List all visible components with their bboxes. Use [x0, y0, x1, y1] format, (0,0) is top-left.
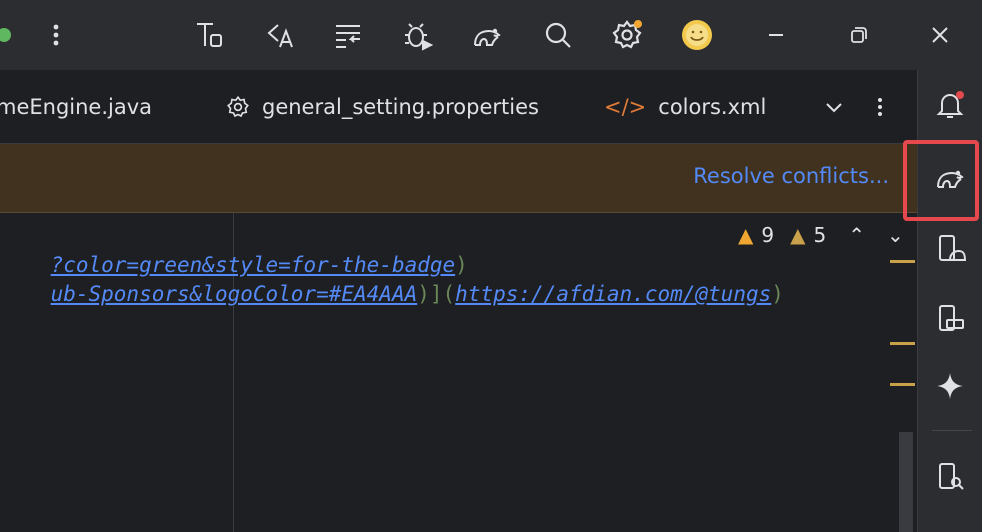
- gradle-icon[interactable]: [932, 159, 968, 195]
- code-link[interactable]: ub-Sponsors&logoColor=#EA4AAA: [51, 282, 418, 306]
- more-menu-icon[interactable]: [38, 17, 74, 53]
- ai-assistant-icon[interactable]: [932, 368, 968, 404]
- running-devices-icon[interactable]: [932, 300, 968, 336]
- warning-count: 9: [761, 223, 775, 247]
- project-structure-icon[interactable]: [191, 17, 227, 53]
- inspection-widget[interactable]: ▲ 9 ▲ 5 ⌃ ⌄: [738, 223, 904, 247]
- tab-colors-xml[interactable]: </> colors.xml: [604, 70, 766, 143]
- code-line-2: ub-Sponsors&logoColor=#EA4AAA)](https://…: [50, 282, 784, 306]
- weak-warning-count: 5: [813, 223, 827, 247]
- toolbar-divider: [932, 430, 972, 431]
- tab-label: colors.xml: [658, 94, 767, 119]
- run-status-icon: [0, 17, 22, 53]
- avatar[interactable]: [679, 17, 715, 53]
- xml-icon: </>: [604, 94, 647, 119]
- next-highlight-icon[interactable]: ⌄: [887, 223, 904, 247]
- right-tool-bar: [903, 70, 982, 532]
- restore-button[interactable]: [840, 17, 876, 53]
- close-button[interactable]: [922, 17, 958, 53]
- tabs-more-icon[interactable]: [870, 70, 890, 143]
- gradle-icon[interactable]: [469, 17, 505, 53]
- scrollbar[interactable]: [899, 432, 913, 532]
- settings-icon[interactable]: [609, 17, 645, 53]
- search-icon[interactable]: [540, 17, 576, 53]
- conflict-banner: Resolve conflicts...: [0, 144, 917, 213]
- scroll-marker: [890, 383, 915, 386]
- tab-label: meEngine.java: [0, 94, 153, 119]
- translate-icon[interactable]: [262, 17, 298, 53]
- weak-warning-icon: ▲: [790, 223, 806, 247]
- minimize-button[interactable]: [758, 17, 794, 53]
- tab-general-setting[interactable]: general_setting.properties: [226, 70, 539, 143]
- tab-game-engine[interactable]: meEngine.java: [0, 70, 152, 143]
- debug-icon[interactable]: [399, 17, 435, 53]
- notifications-icon[interactable]: [932, 87, 968, 123]
- prev-highlight-icon[interactable]: ⌃: [848, 223, 865, 247]
- scroll-marker: [890, 342, 915, 345]
- format-icon[interactable]: [330, 17, 366, 53]
- tab-label: general_setting.properties: [262, 94, 539, 119]
- tabs-dropdown-icon[interactable]: [822, 70, 846, 143]
- device-explorer-icon[interactable]: [932, 458, 968, 494]
- code-editor[interactable]: ?color=green&style=for-the-badge) ub-Spo…: [0, 213, 917, 532]
- title-bar: [0, 0, 982, 70]
- scroll-marker: [890, 260, 915, 263]
- resolve-conflicts-link[interactable]: Resolve conflicts...: [693, 164, 889, 188]
- warning-icon: ▲: [738, 223, 754, 247]
- editor-tabs: meEngine.java general_setting.properties…: [0, 70, 917, 144]
- code-link[interactable]: https://afdian.com/@tungs: [455, 282, 771, 306]
- device-manager-icon[interactable]: [932, 230, 968, 266]
- gear-icon: [226, 95, 250, 119]
